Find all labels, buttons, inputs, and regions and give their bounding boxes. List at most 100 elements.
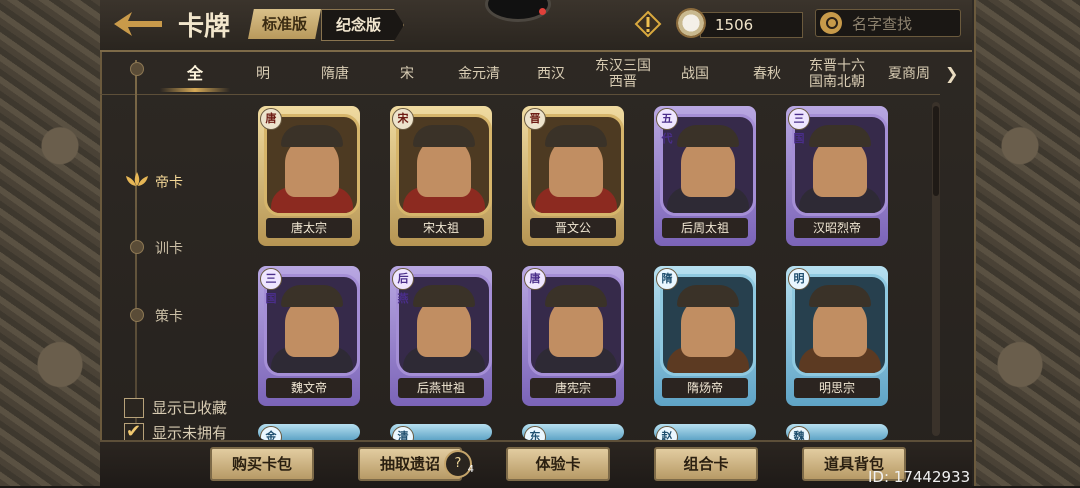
portrait-frame [792,274,888,376]
hero-card-partial[interactable]: 东汉 [522,424,624,440]
combo-card-button[interactable]: 组合卡 [654,447,758,481]
right-dragon-border [960,0,1080,486]
dynasty-tabs: 全 明 隋唐 宋 金元清 西汉 东汉三国 西晋 战国 春秋 东晋十六 国南北朝 … [160,56,950,92]
coin-icon [676,8,706,38]
portrait-frame [396,274,492,376]
category-training[interactable]: 训卡 [155,238,183,258]
warning-icon[interactable] [634,10,662,38]
dynasty-badge: 金 [260,426,282,440]
buy-pack-button[interactable]: 购买卡包 [210,447,314,481]
dynasty-badge: 唐 [260,108,282,130]
card-name: 后燕世祖 [398,378,484,398]
portrait-frame [264,114,360,216]
tab-dynasty-song[interactable]: 宋 [372,56,442,92]
hero-card[interactable]: 三国汉昭烈帝 [786,106,888,246]
top-ornament [485,0,551,22]
trial-card-button[interactable]: 体验卡 [506,447,610,481]
category-node [130,240,144,254]
tab-dynasty-jinyuanqing[interactable]: 金元清 [444,56,514,92]
hero-card[interactable]: 晋晋文公 [522,106,624,246]
dynasty-badge: 赵 [656,426,678,440]
draw-edict-badge: ? 4 [444,450,474,478]
tab-dynasty-ming[interactable]: 明 [228,56,298,92]
portrait-frame [528,274,624,376]
category-node [130,308,144,322]
tab-standard-version[interactable]: 标准版 [248,9,322,39]
scrollbar[interactable] [932,102,940,436]
checkbox[interactable] [124,397,144,418]
hero-card-partial[interactable]: 金 [258,424,360,440]
divider [100,94,940,95]
tab-dynasty-xihan[interactable]: 西汉 [516,56,586,92]
card-name: 明思宗 [794,378,880,398]
hero-card-partial[interactable]: 赵 [654,424,756,440]
card-name: 宋太祖 [398,218,484,238]
tab-dynasty-suitang[interactable]: 隋唐 [300,56,370,92]
search-placeholder: 名字查找 [852,15,913,33]
dynasty-badge: 清 [392,426,414,440]
search-icon [820,12,842,34]
hero-card[interactable]: 宋宋太祖 [390,106,492,246]
dynasty-badge: 后燕 [392,268,414,305]
portrait-hat [809,285,871,307]
coin-count: 1506 [700,12,803,38]
hero-card[interactable]: 五代后周太祖 [654,106,756,246]
scrollbar-thumb[interactable] [933,106,939,196]
dynasty-badge: 五代 [656,108,678,145]
dynasty-badge: 明 [788,268,810,290]
card-name: 晋文公 [530,218,616,238]
dynasty-badge: 晋 [524,108,546,130]
dynasty-badge: 三国 [788,108,810,145]
id-text: ID: 17442933 [868,468,971,486]
card-name: 后周太祖 [662,218,748,238]
portrait-hat [413,285,475,307]
hero-card[interactable]: 隋隋炀帝 [654,266,756,406]
tab-dynasty-all[interactable]: 全 [160,56,230,92]
dynasty-badge: 魏 [788,426,810,440]
hero-card[interactable]: 唐唐宪宗 [522,266,624,406]
card-name: 唐太宗 [266,218,352,238]
portrait-hat [677,125,739,147]
active-tab-underline [160,88,230,92]
dynasty-badge: 隋 [656,268,678,290]
portrait-hat [281,285,343,307]
portrait-hat [545,125,607,147]
category-node [130,62,144,76]
card-name: 唐宪宗 [530,378,616,398]
tab-commemorative-version[interactable]: 纪念版 [321,9,405,41]
card-name: 汉昭烈帝 [794,218,880,238]
portrait-hat [281,125,343,147]
category-strategy[interactable]: 策卡 [155,306,183,326]
hero-card-partial[interactable]: 清 [390,424,492,440]
lotus-icon [126,172,148,186]
portrait-frame [264,274,360,376]
back-arrow-icon[interactable] [112,10,164,38]
page-title: 卡牌 [178,12,231,42]
portrait-frame [396,114,492,216]
portrait-hat [413,125,475,147]
version-tabs: 标准版 纪念版 [248,9,405,41]
tab-dynasty-chunqiu[interactable]: 春秋 [732,56,802,92]
notification-dot [539,8,546,15]
hero-card[interactable]: 唐唐太宗 [258,106,360,246]
portrait-frame [660,114,756,216]
card-name: 隋炀帝 [662,378,748,398]
hero-card[interactable]: 后燕后燕世祖 [390,266,492,406]
hero-card[interactable]: 明明思宗 [786,266,888,406]
category-emperor[interactable]: 帝卡 [155,172,183,192]
tab-dynasty-donghan[interactable]: 东汉三国 西晋 [588,56,658,92]
tab-dynasty-zhanguo[interactable]: 战国 [660,56,730,92]
search-input[interactable]: 名字查找 [815,9,961,37]
dynasty-badge: 三国 [260,268,282,305]
portrait-frame [528,114,624,216]
dynasty-badge: 唐 [524,268,546,290]
tab-dynasty-dongjin[interactable]: 东晋十六 国南北朝 [802,56,872,92]
tab-dynasty-xiashangzhou[interactable]: 夏商周 [874,56,944,92]
hero-card[interactable]: 三国 魏文帝 [258,266,360,406]
header: 卡牌 标准版 纪念版 1506 名字查找 [100,0,972,52]
chevron-right-icon[interactable]: ❯ [945,64,958,83]
portrait-hat [809,125,871,147]
filter-label: 显示已收藏 [152,399,228,417]
hero-card-partial[interactable]: 魏 [786,424,888,440]
filter-show-favorited[interactable]: 显示已收藏 [124,397,227,418]
